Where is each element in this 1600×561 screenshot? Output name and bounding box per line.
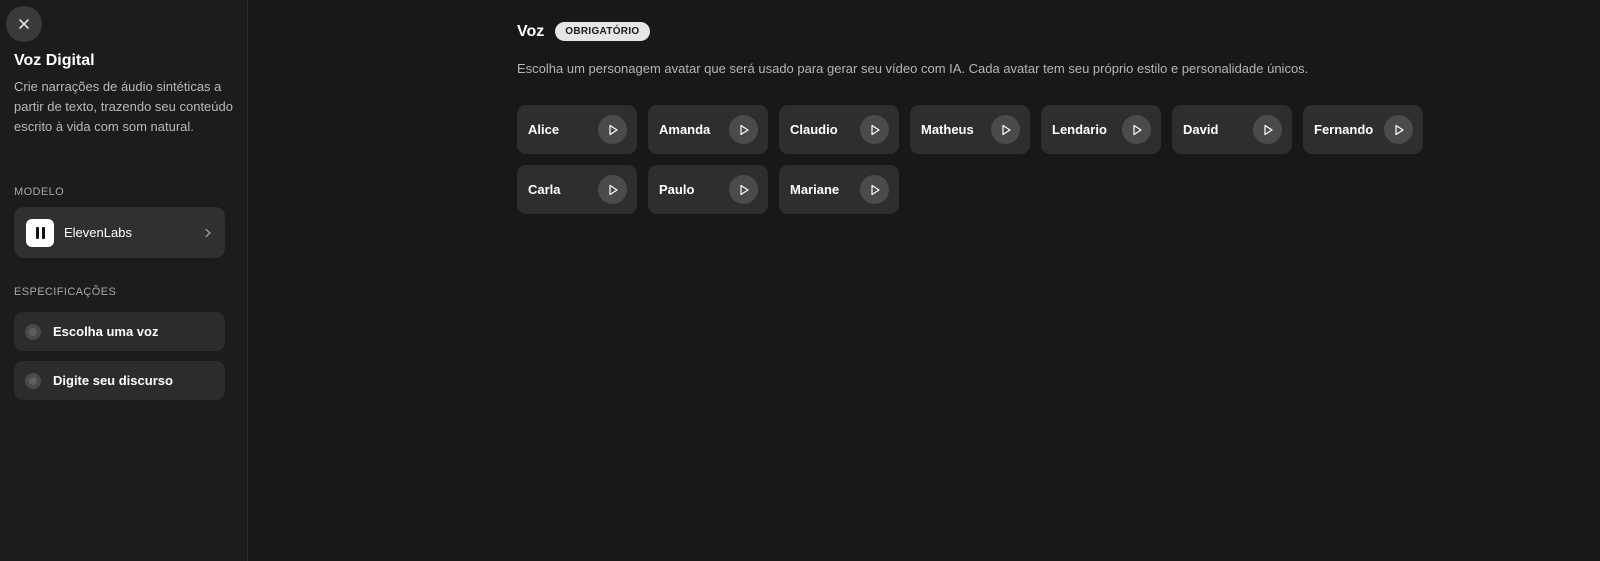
- play-preview-button[interactable]: [598, 115, 627, 144]
- play-preview-button[interactable]: [598, 175, 627, 204]
- play-icon: [739, 124, 749, 135]
- play-preview-button[interactable]: [991, 115, 1020, 144]
- model-name: ElevenLabs: [64, 225, 132, 240]
- play-icon: [739, 184, 749, 195]
- voice-name: Fernando: [1314, 122, 1374, 137]
- voice-card-matheus[interactable]: Matheus: [910, 105, 1030, 154]
- voice-card-alice[interactable]: Alice: [517, 105, 637, 154]
- voice-header: Voz OBRIGATÓRIO: [517, 22, 650, 41]
- voice-name: Matheus: [921, 122, 974, 137]
- voice-card-paulo[interactable]: Paulo: [648, 165, 768, 214]
- play-icon: [870, 124, 880, 135]
- voice-card-carla[interactable]: Carla: [517, 165, 637, 214]
- spec-item-choose-voice[interactable]: Escolha uma voz: [14, 312, 225, 351]
- model-selector[interactable]: ElevenLabs: [14, 207, 225, 258]
- play-icon: [608, 184, 618, 195]
- elevenlabs-logo-icon: [26, 218, 54, 247]
- voice-card-amanda[interactable]: Amanda: [648, 105, 768, 154]
- section-description: Escolha um personagem avatar que será us…: [517, 61, 1309, 76]
- voice-name: Carla: [528, 182, 561, 197]
- voice-name: David: [1183, 122, 1219, 137]
- specs-section-label: ESPECIFICAÇÕES: [14, 286, 117, 298]
- sidebar: Voz Digital Crie narrações de áudio sint…: [0, 0, 248, 561]
- play-preview-button[interactable]: [1384, 115, 1413, 144]
- close-button[interactable]: [6, 6, 42, 42]
- spec-item-label: Digite seu discurso: [53, 373, 173, 388]
- play-icon: [1394, 124, 1404, 135]
- status-dot-icon: [25, 372, 41, 389]
- play-preview-button[interactable]: [729, 115, 758, 144]
- status-dot-icon: [25, 323, 41, 340]
- voice-card-fernando[interactable]: Fernando: [1303, 105, 1423, 154]
- play-preview-button[interactable]: [860, 115, 889, 144]
- required-badge: OBRIGATÓRIO: [555, 22, 650, 41]
- voice-card-lendario[interactable]: Lendario: [1041, 105, 1161, 154]
- play-icon: [1001, 124, 1011, 135]
- spec-item-type-speech[interactable]: Digite seu discurso: [14, 361, 225, 400]
- voice-card-mariane[interactable]: Mariane: [779, 165, 899, 214]
- app-root: Voz Digital Crie narrações de áudio sint…: [0, 0, 1600, 561]
- main-content: Voz OBRIGATÓRIO Escolha um personagem av…: [248, 0, 1600, 561]
- voice-card-david[interactable]: David: [1172, 105, 1292, 154]
- voice-name: Lendario: [1052, 122, 1107, 137]
- play-icon: [870, 184, 880, 195]
- voices-grid: Alice Amanda Claudio Matheus Lendario Da…: [517, 105, 1427, 214]
- spec-item-label: Escolha uma voz: [53, 324, 159, 339]
- play-icon: [1132, 124, 1142, 135]
- voice-name: Alice: [528, 122, 560, 137]
- close-icon: [19, 19, 29, 29]
- play-icon: [1263, 124, 1273, 135]
- sidebar-description: Crie narrações de áudio sintéticas a par…: [14, 79, 233, 134]
- play-preview-button[interactable]: [1253, 115, 1282, 144]
- voice-card-claudio[interactable]: Claudio: [779, 105, 899, 154]
- play-preview-button[interactable]: [1122, 115, 1151, 144]
- section-title: Voz: [517, 22, 545, 40]
- voice-name: Claudio: [790, 122, 838, 137]
- chevron-right-icon: [205, 228, 211, 237]
- voice-name: Paulo: [659, 182, 695, 197]
- sidebar-title: Voz Digital: [14, 52, 95, 69]
- play-preview-button[interactable]: [729, 175, 758, 204]
- voice-name: Mariane: [790, 182, 840, 197]
- play-preview-button[interactable]: [860, 175, 889, 204]
- play-icon: [608, 124, 618, 135]
- model-section-label: MODELO: [14, 186, 65, 198]
- voice-name: Amanda: [659, 122, 711, 137]
